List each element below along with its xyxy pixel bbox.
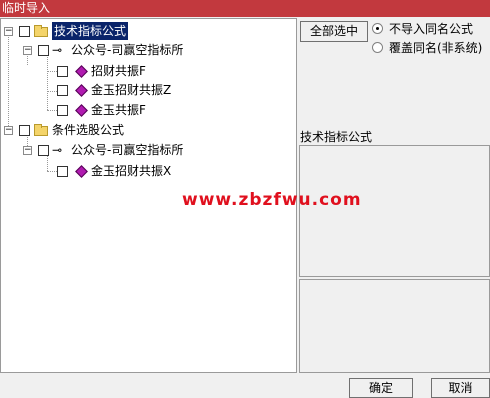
formula-description-panel[interactable] xyxy=(299,145,490,277)
window-title: 临时导入 xyxy=(0,0,490,17)
tree-item[interactable]: 招财共振F xyxy=(1,62,221,80)
folder-icon xyxy=(34,124,48,136)
folder-icon xyxy=(34,25,48,37)
ok-button[interactable]: 确定 xyxy=(349,378,413,398)
key-icon: ⊸ xyxy=(52,143,63,157)
item-label[interactable]: 金玉共振F xyxy=(91,101,146,119)
radio-selected-icon[interactable] xyxy=(372,23,383,34)
group1-child-checkbox[interactable] xyxy=(38,45,49,56)
item-label[interactable]: 金玉招财共振X xyxy=(91,162,171,180)
formula-icon xyxy=(75,65,88,78)
formula-params-panel[interactable] xyxy=(299,279,490,373)
radio-unselected-icon[interactable] xyxy=(372,42,383,53)
collapse-toggle-icon[interactable]: − xyxy=(4,126,13,135)
collapse-toggle-icon[interactable]: − xyxy=(4,27,13,36)
group2-label[interactable]: 条件选股公式 xyxy=(52,121,124,139)
group1-child-label[interactable]: 公众号-司赢空指标所 xyxy=(71,41,183,59)
tree-item[interactable]: 金玉招财共振X xyxy=(1,162,221,180)
tree-item[interactable]: 金玉招财共振Z xyxy=(1,81,221,99)
options-area: 全部选中 不导入同名公式 覆盖同名(非系统) xyxy=(298,18,490,126)
group2-child-label[interactable]: 公众号-司赢空指标所 xyxy=(71,141,183,159)
select-all-button[interactable]: 全部选中 xyxy=(300,21,368,42)
tree-node-group1-child[interactable]: − ⊸ 公众号-司赢空指标所 xyxy=(1,41,221,59)
formula-category-label: 技术指标公式 xyxy=(300,130,373,144)
tree-node-group1[interactable]: − 技术指标公式 xyxy=(1,22,201,40)
radio-overwrite-label: 覆盖同名(非系统) xyxy=(389,41,483,55)
formula-icon xyxy=(75,104,88,117)
watermark-text: www.zbzfwu.com xyxy=(182,190,362,210)
group1-checkbox[interactable] xyxy=(19,26,30,37)
item-label[interactable]: 金玉招财共振Z xyxy=(91,81,171,99)
collapse-toggle-icon[interactable]: − xyxy=(23,146,32,155)
key-icon: ⊸ xyxy=(52,43,63,57)
item-checkbox[interactable] xyxy=(57,85,68,96)
tree-item[interactable]: 金玉共振F xyxy=(1,101,221,119)
tree-node-group2[interactable]: − 条件选股公式 xyxy=(1,121,201,139)
cancel-button[interactable]: 取消 xyxy=(431,378,490,398)
tree-node-group2-child[interactable]: − ⊸ 公众号-司赢空指标所 xyxy=(1,141,221,159)
group2-child-checkbox[interactable] xyxy=(38,145,49,156)
formula-icon xyxy=(75,84,88,97)
group1-label[interactable]: 技术指标公式 xyxy=(52,22,129,40)
radio-no-import-label: 不导入同名公式 xyxy=(389,22,474,36)
item-checkbox[interactable] xyxy=(57,166,68,177)
collapse-toggle-icon[interactable]: − xyxy=(23,46,32,55)
formula-icon xyxy=(75,165,88,178)
item-checkbox[interactable] xyxy=(57,105,68,116)
item-checkbox[interactable] xyxy=(57,66,68,77)
item-label[interactable]: 招财共振F xyxy=(91,62,146,80)
group2-checkbox[interactable] xyxy=(19,125,30,136)
